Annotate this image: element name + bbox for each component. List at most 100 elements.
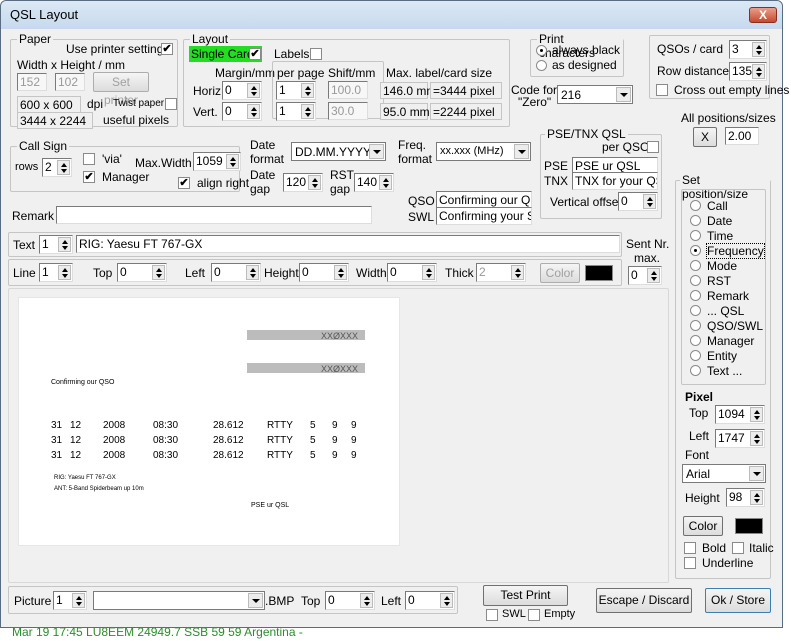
as-designed-radio[interactable] xyxy=(536,60,547,71)
picture-index-spinner[interactable]: 1 xyxy=(53,591,87,610)
line-top-spinner[interactable]: 0 xyxy=(117,263,167,282)
use-printer-checkbox[interactable]: ✔ xyxy=(161,43,173,55)
spin-arrows-icon[interactable] xyxy=(379,175,392,190)
margin-horiz-spinner[interactable]: 0 xyxy=(222,81,262,100)
element-radio-9[interactable] xyxy=(690,335,701,346)
pos-top-spinner[interactable]: 1094 xyxy=(715,405,765,424)
spin-arrows-icon[interactable] xyxy=(334,265,347,280)
date-gap-spinner[interactable]: 120 xyxy=(283,173,323,192)
ok-store-button[interactable]: Ok / Store xyxy=(705,588,771,613)
element-radio-6[interactable] xyxy=(690,290,701,301)
spin-arrows-icon[interactable] xyxy=(511,265,524,280)
spin-arrows-icon[interactable] xyxy=(752,64,765,79)
spin-arrows-icon[interactable] xyxy=(58,237,71,252)
align-right-checkbox[interactable]: ✔ xyxy=(178,177,190,189)
date-format-combo[interactable]: DD.MM.YYYY xyxy=(291,142,386,161)
set-printer-button[interactable]: Set printer xyxy=(93,72,149,107)
rows-spinner[interactable]: 2 xyxy=(42,158,72,177)
line-height-spinner[interactable]: 0 xyxy=(299,263,349,282)
spin-arrows-icon[interactable] xyxy=(360,593,373,608)
qsos-per-card-spinner[interactable]: 3 xyxy=(729,40,767,59)
remark-field[interactable] xyxy=(56,206,372,224)
test-print-button[interactable]: Test Print xyxy=(483,585,568,606)
spin-arrows-icon[interactable] xyxy=(440,593,453,608)
spin-arrows-icon[interactable] xyxy=(422,265,435,280)
freq-format-combo[interactable]: xx.xxx (MHz) xyxy=(436,142,531,161)
qsl-card-preview[interactable]: XXØXXX XXØXXX Confirming our QSO 31 12 200… xyxy=(18,297,400,546)
spin-arrows-icon[interactable] xyxy=(750,407,763,422)
chevron-down-icon[interactable] xyxy=(514,144,529,159)
chevron-down-icon[interactable] xyxy=(248,593,263,608)
text-content-field[interactable]: RIG: Yaesu FT 767-GX xyxy=(76,235,620,253)
escape-discard-button[interactable]: Escape / Discard xyxy=(596,588,692,613)
spin-arrows-icon[interactable] xyxy=(647,268,660,283)
close-button[interactable]: X xyxy=(749,7,777,23)
vertical-offset-spinner[interactable]: 0 xyxy=(618,192,658,211)
spin-arrows-icon[interactable] xyxy=(750,490,763,505)
spin-arrows-icon[interactable] xyxy=(72,593,85,608)
swl-checkbox[interactable] xyxy=(486,609,498,621)
line-color-button[interactable]: Color xyxy=(540,263,580,283)
per-page-vert-spinner[interactable]: 1 xyxy=(276,102,316,121)
always-black-radio[interactable] xyxy=(536,45,547,56)
spin-arrows-icon[interactable] xyxy=(643,194,656,209)
single-card-option[interactable]: Single Card ✔ xyxy=(189,46,262,62)
font-height-spinner[interactable]: 98 xyxy=(726,488,765,507)
spin-arrows-icon[interactable] xyxy=(57,160,70,175)
per-page-horiz-spinner[interactable]: 1 xyxy=(276,81,316,100)
element-radio-5[interactable] xyxy=(690,275,701,286)
spin-arrows-icon[interactable] xyxy=(308,175,321,190)
via-checkbox[interactable] xyxy=(83,153,95,165)
text-index-spinner[interactable]: 1 xyxy=(39,235,73,254)
empty-checkbox[interactable] xyxy=(528,609,540,621)
per-qso-checkbox[interactable] xyxy=(647,141,659,153)
chevron-down-icon[interactable] xyxy=(749,466,764,481)
manager-checkbox[interactable]: ✔ xyxy=(83,171,95,183)
rst-gap-spinner[interactable]: 140 xyxy=(354,173,394,192)
spin-arrows-icon[interactable] xyxy=(246,265,259,280)
cross-out-checkbox[interactable] xyxy=(656,84,668,96)
element-radio-3[interactable] xyxy=(690,245,701,256)
italic-checkbox[interactable] xyxy=(732,542,744,554)
spin-arrows-icon[interactable] xyxy=(226,154,239,169)
font-combo[interactable]: Arial xyxy=(682,464,766,483)
shift-vert-field[interactable]: 30.0 xyxy=(328,102,368,120)
chevron-down-icon[interactable] xyxy=(616,87,631,102)
element-radio-2[interactable] xyxy=(690,230,701,241)
line-index-spinner[interactable]: 1 xyxy=(39,263,73,282)
labels-checkbox[interactable] xyxy=(310,48,322,60)
picture-file-combo[interactable] xyxy=(93,591,265,610)
element-radio-7[interactable] xyxy=(690,305,701,316)
code-zero-combo[interactable]: 216 xyxy=(557,85,633,104)
spin-arrows-icon[interactable] xyxy=(752,42,765,57)
element-radio-1[interactable] xyxy=(690,215,701,226)
paper-width-field[interactable]: 152 xyxy=(17,73,47,91)
picture-top-spinner[interactable]: 0 xyxy=(325,591,375,610)
spin-arrows-icon[interactable] xyxy=(301,83,314,98)
tnx-field[interactable]: TNX for your QSL xyxy=(572,172,658,190)
scale-all-button[interactable]: X xyxy=(693,127,717,147)
swl-text-field[interactable]: Confirming your SWL xyxy=(436,207,532,225)
spin-arrows-icon[interactable] xyxy=(750,431,763,446)
bold-checkbox[interactable] xyxy=(684,542,696,554)
pos-left-spinner[interactable]: 1747 xyxy=(715,429,765,448)
element-radio-11[interactable] xyxy=(690,365,701,376)
element-radio-0[interactable] xyxy=(690,200,701,211)
margin-vert-spinner[interactable]: 0 xyxy=(222,102,262,121)
underline-checkbox[interactable] xyxy=(684,557,696,569)
picture-left-spinner[interactable]: 0 xyxy=(405,591,455,610)
scale-factor-field[interactable]: 2.00 xyxy=(725,127,759,145)
thick-spinner[interactable]: 2 xyxy=(476,263,526,282)
element-radio-8[interactable] xyxy=(690,320,701,331)
single-card-checkbox[interactable]: ✔ xyxy=(249,48,261,60)
line-width-spinner[interactable]: 0 xyxy=(387,263,437,282)
element-radio-10[interactable] xyxy=(690,350,701,361)
line-left-spinner[interactable]: 0 xyxy=(211,263,261,282)
spin-arrows-icon[interactable] xyxy=(247,83,260,98)
shift-horiz-field[interactable]: 100.0 xyxy=(328,81,368,99)
spin-arrows-icon[interactable] xyxy=(301,104,314,119)
row-distance-spinner[interactable]: 135 xyxy=(729,62,767,81)
font-color-button[interactable]: Color xyxy=(683,516,723,536)
max-width-spinner[interactable]: 1059 xyxy=(193,152,241,171)
paper-height-field[interactable]: 102 xyxy=(55,73,85,91)
